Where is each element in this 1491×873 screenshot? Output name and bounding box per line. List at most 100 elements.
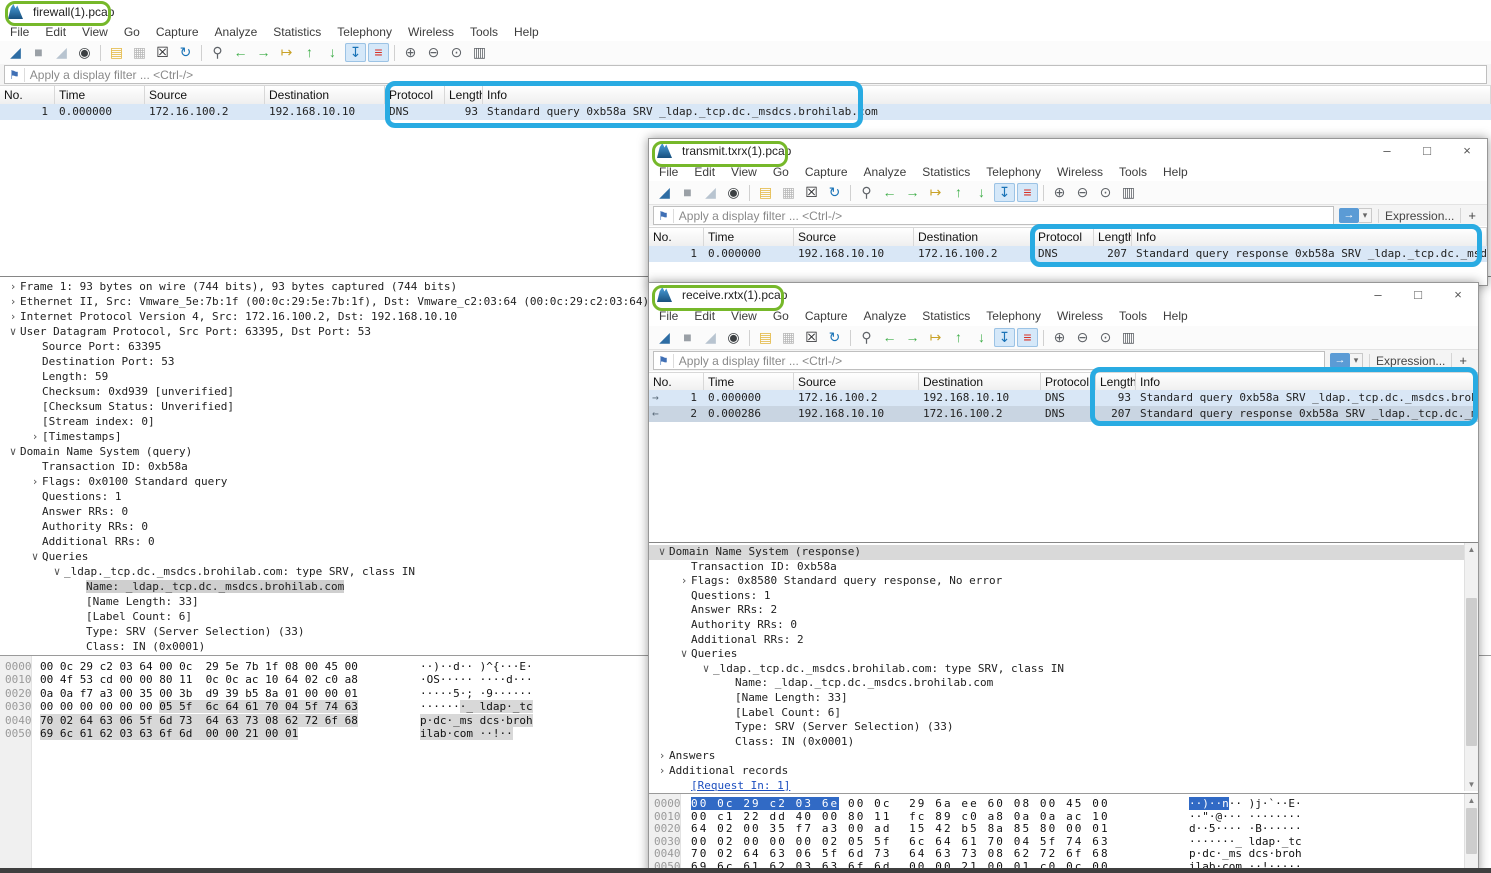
- scroll-down-icon[interactable]: ▼: [1465, 778, 1478, 791]
- save-file-icon[interactable]: ▦: [778, 328, 799, 347]
- detail-row[interactable]: Name: _ldap._tcp.dc._msdcs.brohilab.com: [649, 676, 1478, 691]
- expanded-icon[interactable]: ∨: [655, 545, 669, 560]
- expanded-icon[interactable]: ∨: [50, 564, 64, 579]
- collapsed-icon[interactable]: ›: [655, 749, 669, 764]
- colorize-packets-icon[interactable]: ≡: [1017, 183, 1038, 202]
- menu-edit[interactable]: Edit: [37, 23, 74, 41]
- menu-file[interactable]: File: [651, 163, 686, 181]
- menu-edit[interactable]: Edit: [686, 163, 723, 181]
- detail-row[interactable]: ›Additional records: [649, 764, 1478, 779]
- column-header-time[interactable]: Time: [55, 86, 145, 104]
- menu-statistics[interactable]: Statistics: [914, 307, 978, 325]
- column-header-time[interactable]: Time: [704, 228, 794, 246]
- zoom-out-icon[interactable]: ⊖: [1072, 183, 1093, 202]
- column-header-info[interactable]: Info: [1132, 228, 1487, 246]
- capture-options-icon[interactable]: ◉: [74, 43, 95, 62]
- menu-tools[interactable]: Tools: [1111, 163, 1155, 181]
- detail-row[interactable]: [Request In: 1]: [649, 779, 1478, 794]
- bytes-scrollbar[interactable]: ▲: [1464, 794, 1478, 873]
- column-header-length[interactable]: Length: [1094, 228, 1132, 246]
- menu-go[interactable]: Go: [765, 163, 797, 181]
- auto-scroll-icon[interactable]: ↧: [994, 183, 1015, 202]
- menu-view[interactable]: View: [723, 163, 765, 181]
- menu-file[interactable]: File: [2, 23, 37, 41]
- detail-row[interactable]: [Name Length: 33]: [649, 691, 1478, 706]
- go-back-icon[interactable]: ←: [879, 328, 900, 347]
- titlebar[interactable]: transmit.txrx(1).pcap – □ ×: [649, 139, 1487, 162]
- go-forward-icon[interactable]: →: [902, 328, 923, 347]
- details-scrollbar[interactable]: ▲ ▼: [1464, 543, 1478, 791]
- column-header-protocol[interactable]: Protocol: [1041, 373, 1096, 391]
- go-first-packet-icon[interactable]: ↑: [299, 43, 320, 62]
- menu-view[interactable]: View: [723, 307, 765, 325]
- go-to-packet-icon[interactable]: ↦: [925, 328, 946, 347]
- display-filter-input[interactable]: ⚑ Apply a display filter ... <Ctrl-/>: [4, 65, 1487, 84]
- menu-help[interactable]: Help: [1155, 307, 1196, 325]
- detail-row[interactable]: ∨Domain Name System (response): [649, 545, 1478, 560]
- detail-row[interactable]: Type: SRV (Server Selection) (33): [649, 720, 1478, 735]
- column-header-protocol[interactable]: Protocol: [385, 86, 445, 104]
- filter-dropdown-caret[interactable]: ▾: [1350, 353, 1363, 368]
- display-filter-input[interactable]: ⚑ Apply a display filter ... <Ctrl-/>: [653, 351, 1325, 370]
- column-header-no[interactable]: No.: [649, 228, 704, 246]
- stop-capture-icon[interactable]: ■: [677, 183, 698, 202]
- minimize-button[interactable]: –: [1358, 284, 1398, 306]
- add-filter-button[interactable]: +: [1460, 208, 1483, 223]
- menu-statistics[interactable]: Statistics: [914, 163, 978, 181]
- detail-row[interactable]: Transaction ID: 0xb58a: [649, 560, 1478, 575]
- go-last-packet-icon[interactable]: ↓: [971, 183, 992, 202]
- detail-row[interactable]: ›Flags: 0x8580 Standard query response, …: [649, 574, 1478, 589]
- detail-row[interactable]: Authority RRs: 0: [649, 618, 1478, 633]
- menu-telephony[interactable]: Telephony: [978, 307, 1049, 325]
- add-filter-button[interactable]: +: [1451, 353, 1474, 368]
- reload-file-icon[interactable]: ↻: [824, 183, 845, 202]
- expanded-icon[interactable]: ∨: [677, 647, 691, 662]
- menu-analyze[interactable]: Analyze: [856, 307, 915, 325]
- colorize-packets-icon[interactable]: ≡: [1017, 328, 1038, 347]
- menu-help[interactable]: Help: [506, 23, 547, 41]
- menu-telephony[interactable]: Telephony: [978, 163, 1049, 181]
- go-back-icon[interactable]: ←: [879, 183, 900, 202]
- expression-button[interactable]: Expression...: [1378, 209, 1460, 223]
- detail-row[interactable]: Class: IN (0x0001): [649, 735, 1478, 750]
- menu-capture[interactable]: Capture: [797, 307, 856, 325]
- close-file-icon[interactable]: ☒: [801, 328, 822, 347]
- maximize-button[interactable]: □: [1398, 284, 1438, 306]
- detail-row[interactable]: ∨Queries: [649, 647, 1478, 662]
- menu-tools[interactable]: Tools: [462, 23, 506, 41]
- go-back-icon[interactable]: ←: [230, 43, 251, 62]
- save-file-icon[interactable]: ▦: [129, 43, 150, 62]
- start-capture-icon[interactable]: ◢: [5, 43, 26, 62]
- collapsed-icon[interactable]: ›: [655, 764, 669, 779]
- menu-help[interactable]: Help: [1155, 163, 1196, 181]
- menu-edit[interactable]: Edit: [686, 307, 723, 325]
- save-file-icon[interactable]: ▦: [778, 183, 799, 202]
- menu-capture[interactable]: Capture: [148, 23, 207, 41]
- column-header-source[interactable]: Source: [794, 373, 919, 391]
- column-header-no[interactable]: No.: [0, 86, 55, 104]
- scroll-up-icon[interactable]: ▲: [1465, 543, 1478, 556]
- detail-row[interactable]: Additional RRs: 2: [649, 633, 1478, 648]
- menu-analyze[interactable]: Analyze: [207, 23, 266, 41]
- bookmark-icon[interactable]: ⚑: [654, 354, 674, 368]
- detail-row[interactable]: Questions: 1: [649, 589, 1478, 604]
- go-first-packet-icon[interactable]: ↑: [948, 183, 969, 202]
- bookmark-icon[interactable]: ⚑: [5, 68, 25, 82]
- column-header-destination[interactable]: Destination: [919, 373, 1041, 391]
- detail-row[interactable]: ›Answers: [649, 749, 1478, 764]
- go-forward-icon[interactable]: →: [902, 183, 923, 202]
- zoom-reset-icon[interactable]: ⊙: [1095, 328, 1116, 347]
- column-header-protocol[interactable]: Protocol: [1034, 228, 1094, 246]
- menu-wireless[interactable]: Wireless: [1049, 307, 1111, 325]
- menu-go[interactable]: Go: [116, 23, 148, 41]
- start-capture-icon[interactable]: ◢: [654, 328, 675, 347]
- stop-capture-icon[interactable]: ■: [677, 328, 698, 347]
- go-to-packet-icon[interactable]: ↦: [276, 43, 297, 62]
- go-last-packet-icon[interactable]: ↓: [971, 328, 992, 347]
- detail-row[interactable]: ∨_ldap._tcp.dc._msdcs.brohilab.com: type…: [649, 662, 1478, 677]
- go-last-packet-icon[interactable]: ↓: [322, 43, 343, 62]
- column-header-info[interactable]: Info: [1136, 373, 1478, 391]
- zoom-in-icon[interactable]: ⊕: [1049, 328, 1070, 347]
- resize-columns-icon[interactable]: ▥: [469, 43, 490, 62]
- find-packet-icon[interactable]: ⚲: [207, 43, 228, 62]
